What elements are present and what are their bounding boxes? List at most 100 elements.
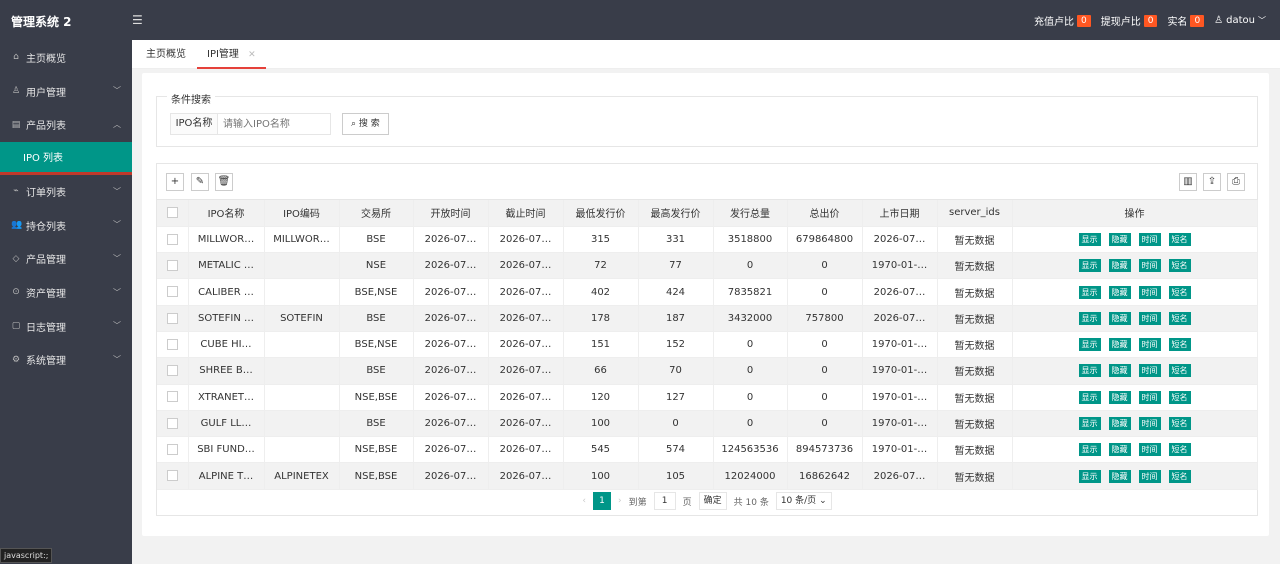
hide-button[interactable]: 隐藏 bbox=[1108, 311, 1131, 325]
prev-page-icon[interactable]: ‹ bbox=[582, 496, 586, 506]
row-checkbox[interactable] bbox=[157, 252, 189, 280]
show-button[interactable]: 显示 bbox=[1078, 232, 1101, 246]
show-button[interactable]: 显示 bbox=[1078, 285, 1101, 299]
row-checkbox[interactable] bbox=[157, 226, 189, 254]
shortname-button[interactable]: 短名 bbox=[1168, 469, 1191, 483]
sidebar-item-label: 系统管理 bbox=[26, 356, 66, 368]
shortname-button[interactable]: 短名 bbox=[1168, 390, 1191, 404]
row-checkbox[interactable] bbox=[157, 357, 189, 385]
time-button[interactable]: 时间 bbox=[1138, 285, 1161, 299]
shortname-button[interactable]: 短名 bbox=[1168, 338, 1191, 352]
page-1-button[interactable]: 1 bbox=[592, 492, 611, 510]
ipo-name-input[interactable] bbox=[217, 113, 331, 135]
show-button[interactable]: 显示 bbox=[1078, 443, 1101, 457]
show-button[interactable]: 显示 bbox=[1078, 259, 1101, 273]
row-checkbox[interactable] bbox=[157, 331, 189, 359]
sidebar-item-logs[interactable]: ▢ 日志管理 ﹀ bbox=[0, 309, 132, 343]
row-checkbox[interactable] bbox=[157, 462, 189, 490]
table-cell: 0 bbox=[787, 331, 863, 359]
hide-button[interactable]: 隐藏 bbox=[1108, 390, 1131, 404]
time-button[interactable]: 时间 bbox=[1138, 364, 1161, 378]
tab-ipo-manage[interactable]: IPI管理 ✕ bbox=[197, 40, 266, 69]
show-button[interactable]: 显示 bbox=[1078, 338, 1101, 352]
realname-link[interactable]: 实名 0 bbox=[1167, 13, 1205, 28]
table-cell: ALPINE T… bbox=[188, 462, 265, 490]
time-button[interactable]: 时间 bbox=[1138, 311, 1161, 325]
time-button[interactable]: 时间 bbox=[1138, 390, 1161, 404]
table-cell: SHREE B… bbox=[188, 357, 265, 385]
hide-button[interactable]: 隐藏 bbox=[1108, 232, 1131, 246]
user-icon: ♙ bbox=[1214, 15, 1224, 26]
hide-button[interactable]: 隐藏 bbox=[1108, 364, 1131, 378]
recharge-link[interactable]: 充值卢比 0 bbox=[1034, 13, 1091, 28]
sidebar-item-label: 产品列表 bbox=[26, 121, 66, 133]
sidebar-item-products[interactable]: ▤ 产品列表 ︿ bbox=[0, 108, 132, 142]
sidebar-item-orders[interactable]: ⌁ 订单列表 ﹀ bbox=[0, 175, 132, 209]
show-button[interactable]: 显示 bbox=[1078, 364, 1101, 378]
sidebar-item-users[interactable]: ♙ 用户管理 ﹀ bbox=[0, 74, 132, 108]
withdraw-link[interactable]: 提现卢比 0 bbox=[1101, 13, 1158, 28]
print-icon[interactable]: ⎙ bbox=[1227, 173, 1245, 191]
shortname-button[interactable]: 短名 bbox=[1168, 364, 1191, 378]
table-row: METALIC … NSE 2026-07… 2026-07… 72 77 0 0 1970-0… bbox=[157, 252, 1258, 280]
select-all-checkbox[interactable] bbox=[157, 200, 189, 227]
hamburger-icon[interactable]: ☰ bbox=[132, 13, 143, 27]
tab-home[interactable]: 主页概览 bbox=[136, 40, 196, 69]
table-cell: 0 bbox=[638, 410, 714, 438]
row-checkbox[interactable] bbox=[157, 436, 189, 464]
chevron-down-icon: ﹀ bbox=[113, 186, 121, 196]
shortname-button[interactable]: 短名 bbox=[1168, 259, 1191, 273]
next-page-icon[interactable]: › bbox=[618, 496, 622, 506]
table-cell bbox=[264, 252, 340, 280]
sidebar-item-product-mgmt[interactable]: ◇ 产品管理 ﹀ bbox=[0, 242, 132, 276]
show-button[interactable]: 显示 bbox=[1078, 469, 1101, 483]
sidebar-item-ipo-list[interactable]: IPO 列表 bbox=[0, 141, 132, 175]
delete-icon[interactable]: 🗑 bbox=[215, 173, 233, 191]
show-button[interactable]: 显示 bbox=[1078, 311, 1101, 325]
time-button[interactable]: 时间 bbox=[1138, 469, 1161, 483]
show-button[interactable]: 显示 bbox=[1078, 417, 1101, 431]
hide-button[interactable]: 隐藏 bbox=[1108, 469, 1131, 483]
search-button[interactable]: ⌕ 搜 索 bbox=[342, 113, 389, 135]
time-button[interactable]: 时间 bbox=[1138, 338, 1161, 352]
time-button[interactable]: 时间 bbox=[1138, 232, 1161, 246]
table-cell: 暂无数据 bbox=[937, 226, 1013, 254]
shortname-button[interactable]: 短名 bbox=[1168, 443, 1191, 457]
hide-button[interactable]: 隐藏 bbox=[1108, 285, 1131, 299]
sidebar-item-system[interactable]: ⚙ 系统管理 ﹀ bbox=[0, 343, 132, 377]
sidebar-item-assets[interactable]: ⊙ 资产管理 ﹀ bbox=[0, 276, 132, 310]
export-icon[interactable]: ⇪ bbox=[1203, 173, 1221, 191]
sidebar-item-home[interactable]: ⌂ 主页概览 bbox=[0, 41, 132, 75]
row-checkbox[interactable] bbox=[157, 384, 189, 411]
close-icon[interactable]: ✕ bbox=[248, 50, 256, 60]
time-button[interactable]: 时间 bbox=[1138, 443, 1161, 457]
top-bar: 管理系统 2 ☰ 充值卢比 0 提现卢比 0 实名 0 ♙ datou ﹀ bbox=[0, 0, 1280, 40]
col-header: 截止时间 bbox=[488, 200, 564, 227]
hide-button[interactable]: 隐藏 bbox=[1108, 443, 1131, 457]
row-checkbox[interactable] bbox=[157, 305, 189, 332]
hide-button[interactable]: 隐藏 bbox=[1108, 338, 1131, 352]
shortname-button[interactable]: 短名 bbox=[1168, 311, 1191, 325]
show-button[interactable]: 显示 bbox=[1078, 390, 1101, 404]
table-body: MILLWOR… MILLWOR… BSE 2026-07… 2026-07… 315 33… bbox=[157, 226, 1258, 490]
page-size-select[interactable]: 10 条/页 ⌄ bbox=[775, 492, 832, 510]
columns-icon[interactable]: ▥ bbox=[1179, 173, 1197, 191]
row-checkbox[interactable] bbox=[157, 278, 189, 306]
table-cell: 424 bbox=[638, 278, 714, 306]
realname-label: 实名 bbox=[1167, 17, 1188, 28]
shortname-button[interactable]: 短名 bbox=[1168, 232, 1191, 246]
time-button[interactable]: 时间 bbox=[1138, 259, 1161, 273]
table-cell: 3432000 bbox=[713, 305, 788, 332]
confirm-page-button[interactable]: 确定 bbox=[698, 492, 727, 510]
user-menu[interactable]: ♙ datou ﹀ bbox=[1214, 15, 1266, 26]
add-icon[interactable]: + bbox=[166, 173, 184, 191]
shortname-button[interactable]: 短名 bbox=[1168, 285, 1191, 299]
row-checkbox[interactable] bbox=[157, 410, 189, 438]
time-button[interactable]: 时间 bbox=[1138, 417, 1161, 431]
sidebar-item-positions[interactable]: 👥 持仓列表 ﹀ bbox=[0, 208, 132, 242]
hide-button[interactable]: 隐藏 bbox=[1108, 417, 1131, 431]
page-number-input[interactable]: 1 bbox=[653, 492, 676, 510]
hide-button[interactable]: 隐藏 bbox=[1108, 259, 1131, 273]
edit-icon[interactable]: ✎ bbox=[191, 173, 209, 191]
shortname-button[interactable]: 短名 bbox=[1168, 417, 1191, 431]
